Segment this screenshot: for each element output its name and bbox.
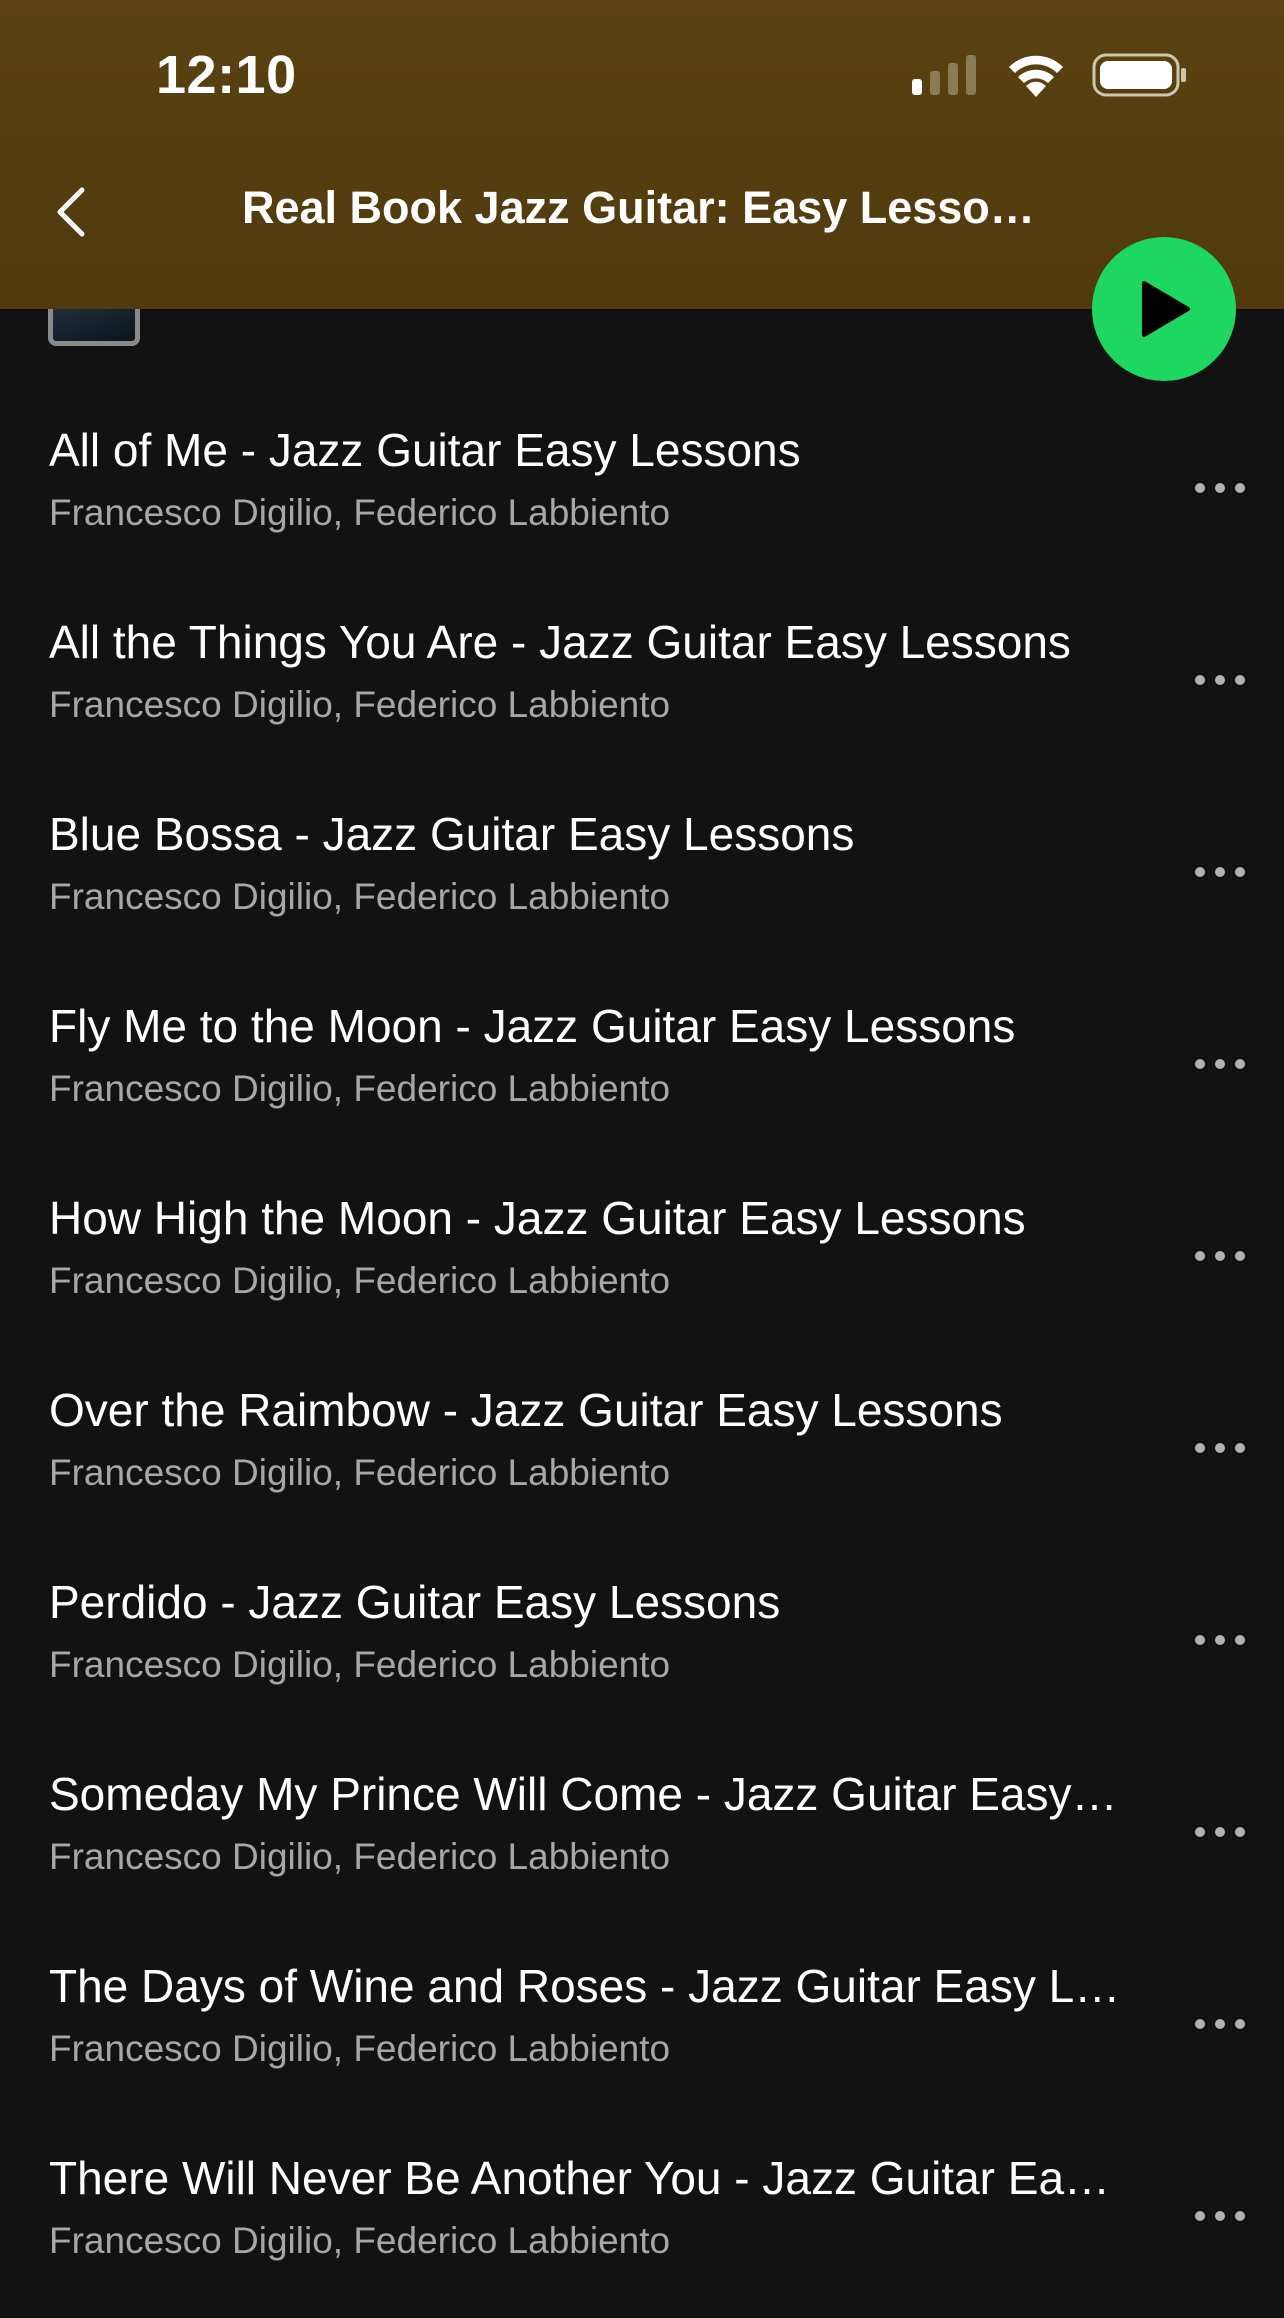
back-button[interactable] xyxy=(40,176,100,248)
status-time: 12:10 xyxy=(156,45,297,105)
track-row[interactable]: The Days of Wine and Roses - Jazz Guitar… xyxy=(0,1934,1284,2126)
track-row[interactable]: All of Me - Jazz Guitar Easy Lessons Fran… xyxy=(0,398,1284,590)
more-dot xyxy=(1235,1443,1245,1453)
play-icon xyxy=(1142,281,1190,337)
more-dot xyxy=(1215,1827,1225,1837)
status-icons xyxy=(912,52,1188,98)
track-artist: Francesco Digilio, Federico Labbiento xyxy=(49,876,671,917)
more-dot xyxy=(1215,483,1225,493)
more-dot xyxy=(1215,1443,1225,1453)
more-options-icon[interactable] xyxy=(1180,1034,1260,1094)
track-title: Fly Me to the Moon - Jazz Guitar Easy Le… xyxy=(49,1000,1016,1052)
track-artist: Francesco Digilio, Federico Labbiento xyxy=(49,684,671,725)
track-row[interactable]: How High the Moon - Jazz Guitar Easy Les… xyxy=(0,1166,1284,1358)
track-row[interactable]: Blue Bossa - Jazz Guitar Easy Lessons Fra… xyxy=(0,782,1284,974)
track-title: Perdido - Jazz Guitar Easy Lessons xyxy=(49,1576,781,1628)
track-row[interactable]: All the Things You Are - Jazz Guitar Eas… xyxy=(0,590,1284,782)
more-dot xyxy=(1235,1827,1245,1837)
more-dot xyxy=(1195,1827,1205,1837)
header-bar: 12:10 Real Book Jazz Guitar: Easy Lesson… xyxy=(0,0,1284,309)
more-dot xyxy=(1235,483,1245,493)
track-row[interactable]: Perdido - Jazz Guitar Easy Lessons France… xyxy=(0,1550,1284,1742)
more-options-icon[interactable] xyxy=(1180,650,1260,710)
track-row[interactable]: Someday My Prince Will Come - Jazz Guita… xyxy=(0,1742,1284,1934)
track-row[interactable]: Over the Raimbow - Jazz Guitar Easy Less… xyxy=(0,1358,1284,1550)
more-dot xyxy=(1215,867,1225,877)
track-row[interactable]: Fly Me to the Moon - Jazz Guitar Easy Le… xyxy=(0,974,1284,1166)
track-artist: Francesco Digilio, Federico Labbiento xyxy=(49,2220,671,2261)
track-title: All the Things You Are - Jazz Guitar Eas… xyxy=(49,616,1071,668)
more-dot xyxy=(1195,2019,1205,2029)
more-dot xyxy=(1235,1251,1245,1261)
track-title: Over the Raimbow - Jazz Guitar Easy Less… xyxy=(49,1384,1003,1436)
track-title: Someday My Prince Will Come - Jazz Guita… xyxy=(49,1768,1118,1820)
more-dot xyxy=(1215,2211,1225,2221)
track-title: Blue Bossa - Jazz Guitar Easy Lessons xyxy=(49,808,855,860)
track-title: The Days of Wine and Roses - Jazz Guitar… xyxy=(49,1960,1139,2012)
track-artist: Francesco Digilio, Federico Labbiento xyxy=(49,2028,671,2069)
more-dot xyxy=(1195,2211,1205,2221)
more-options-icon[interactable] xyxy=(1180,1610,1260,1670)
track-list: All of Me - Jazz Guitar Easy Lessons Fran… xyxy=(0,398,1284,2318)
more-options-icon[interactable] xyxy=(1180,1802,1260,1862)
more-dot xyxy=(1215,1059,1225,1069)
more-dot xyxy=(1215,675,1225,685)
more-dot xyxy=(1195,483,1205,493)
more-dot xyxy=(1195,867,1205,877)
track-artist: Francesco Digilio, Federico Labbiento xyxy=(49,1836,671,1877)
more-dot xyxy=(1215,1251,1225,1261)
more-dot xyxy=(1215,2019,1225,2029)
more-options-icon[interactable] xyxy=(1180,842,1260,902)
track-artist: Francesco Digilio, Federico Labbiento xyxy=(49,1452,671,1493)
more-dot xyxy=(1235,867,1245,877)
more-dot xyxy=(1215,1635,1225,1645)
more-dot xyxy=(1195,1635,1205,1645)
more-dot xyxy=(1235,1059,1245,1069)
more-options-icon[interactable] xyxy=(1180,1994,1260,2054)
battery-icon xyxy=(1092,53,1186,97)
more-dot xyxy=(1235,2211,1245,2221)
track-title: There Will Never Be Another You - Jazz G… xyxy=(49,2152,1111,2204)
more-options-icon[interactable] xyxy=(1180,1226,1260,1286)
more-dot xyxy=(1195,1251,1205,1261)
cellular-signal-icon xyxy=(912,55,976,95)
chevron-left-icon xyxy=(57,187,85,237)
track-title: How High the Moon - Jazz Guitar Easy Les… xyxy=(49,1192,1026,1244)
wifi-icon xyxy=(1009,55,1063,97)
more-options-icon[interactable] xyxy=(1180,1418,1260,1478)
track-title: All of Me - Jazz Guitar Easy Lessons xyxy=(49,424,801,476)
more-dot xyxy=(1195,675,1205,685)
track-artist: Francesco Digilio, Federico Labbiento xyxy=(49,1068,671,1109)
track-artist: Francesco Digilio, Federico Labbiento xyxy=(49,492,671,533)
more-dot xyxy=(1235,1635,1245,1645)
more-dot xyxy=(1195,1059,1205,1069)
more-dot xyxy=(1195,1443,1205,1453)
track-artist: Francesco Digilio, Federico Labbiento xyxy=(49,1644,671,1685)
more-options-icon[interactable] xyxy=(1180,458,1260,518)
track-artist: Francesco Digilio, Federico Labbiento xyxy=(49,1260,671,1301)
play-button[interactable] xyxy=(1092,237,1236,381)
more-dot xyxy=(1235,675,1245,685)
more-options-icon[interactable] xyxy=(1180,2186,1260,2246)
more-dot xyxy=(1235,2019,1245,2029)
track-row[interactable]: There Will Never Be Another You - Jazz G… xyxy=(0,2126,1284,2318)
page-title: Real Book Jazz Guitar: Easy Lesson… xyxy=(242,182,1042,233)
